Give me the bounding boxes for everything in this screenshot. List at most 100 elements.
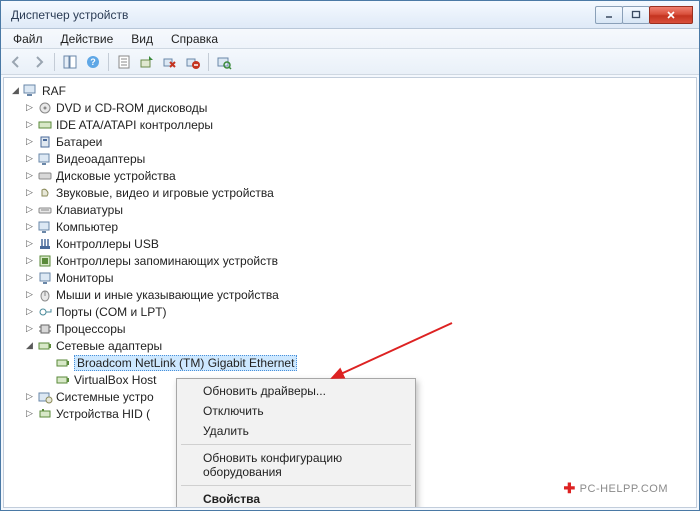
tree-node-label: Мониторы <box>56 271 113 285</box>
menu-file[interactable]: Файл <box>5 30 51 48</box>
device-category-icon <box>37 185 53 201</box>
expand-icon[interactable]: ▷ <box>24 391 35 402</box>
uninstall-button[interactable] <box>182 52 204 72</box>
device-category-icon <box>37 253 53 269</box>
collapse-icon[interactable]: ◢ <box>10 85 21 96</box>
expand-icon[interactable]: ▷ <box>24 102 35 113</box>
forward-button[interactable] <box>28 52 50 72</box>
close-button[interactable] <box>649 6 693 24</box>
back-button[interactable] <box>5 52 27 72</box>
menu-separator <box>181 485 411 486</box>
tree-root-label: RAF <box>42 84 66 98</box>
tree-node[interactable]: ▷ Процессоры <box>6 320 694 337</box>
selected-device-label: Broadcom NetLink (TM) Gigabit Ethernet <box>74 355 297 371</box>
tree-node[interactable]: ▷Порты (COM и LPT) <box>6 303 694 320</box>
show-hide-tree-button[interactable] <box>59 52 81 72</box>
network-adapter-icon <box>55 355 71 371</box>
tree-node-network[interactable]: ◢ Сетевые адаптеры <box>6 337 694 354</box>
menu-properties[interactable]: Свойства <box>179 489 413 508</box>
menu-action[interactable]: Действие <box>53 30 122 48</box>
scan-hardware-button[interactable] <box>213 52 235 72</box>
tree-node[interactable]: ▷ Дисковые устройства <box>6 167 694 184</box>
device-category-icon <box>37 389 53 405</box>
tree-node[interactable]: ▷ Компьютер <box>6 218 694 235</box>
expand-icon[interactable]: ▷ <box>24 170 35 181</box>
tree-node[interactable]: ▷ IDE ATA/ATAPI контроллеры <box>6 116 694 133</box>
device-category-icon <box>37 117 53 133</box>
collapse-icon[interactable]: ◢ <box>24 340 35 351</box>
minimize-button[interactable] <box>595 6 623 24</box>
disable-button[interactable] <box>159 52 181 72</box>
menu-separator <box>181 444 411 445</box>
tree-node-label: Клавиатуры <box>56 203 123 217</box>
menu-disable[interactable]: Отключить <box>179 401 413 421</box>
tree-node[interactable]: ▷DVD и CD-ROM дисководы <box>6 99 694 116</box>
menu-help[interactable]: Справка <box>163 30 226 48</box>
device-category-icon <box>37 202 53 218</box>
window-controls <box>596 6 693 24</box>
tree-node-label: Звуковые, видео и игровые устройства <box>56 186 274 200</box>
watermark-text: PC-HELPP.COM <box>580 483 668 495</box>
expand-icon[interactable]: ▷ <box>24 272 35 283</box>
plus-icon: ✚ <box>563 480 575 497</box>
expand-icon[interactable]: ▷ <box>24 221 35 232</box>
menu-view[interactable]: Вид <box>123 30 161 48</box>
device-category-icon <box>37 151 53 167</box>
computer-icon <box>23 83 39 99</box>
tree-node-label: Контроллеры запоминающих устройств <box>56 254 278 268</box>
expand-icon[interactable]: ▷ <box>24 238 35 249</box>
tree-root[interactable]: ◢ RAF <box>6 82 694 99</box>
tree-node-label: IDE ATA/ATAPI контроллеры <box>56 118 213 132</box>
tree-leaf-label: VirtualBox Host <box>74 373 156 387</box>
device-category-icon <box>37 321 53 337</box>
device-category-icon <box>37 236 53 252</box>
expand-icon[interactable]: ▷ <box>24 323 35 334</box>
tree-node[interactable]: ▷ Звуковые, видео и игровые устройства <box>6 184 694 201</box>
expand-icon[interactable]: ▷ <box>24 136 35 147</box>
expand-icon[interactable]: ▷ <box>24 187 35 198</box>
tree-node-label: Видеоадаптеры <box>56 152 145 166</box>
help-button[interactable]: ? <box>82 52 104 72</box>
menu-uninstall[interactable]: Удалить <box>179 421 413 441</box>
expand-icon[interactable]: ▷ <box>24 289 35 300</box>
tree-node-label: Компьютер <box>56 220 118 234</box>
tree-node-label: Процессоры <box>56 322 126 336</box>
tree-node[interactable]: ▷ Контроллеры запоминающих устройств <box>6 252 694 269</box>
tree-node-label: Контроллеры USB <box>56 237 159 251</box>
tree-node[interactable]: ▷ Видеоадаптеры <box>6 150 694 167</box>
device-manager-window: Диспетчер устройств Файл Действие Вид Сп… <box>0 0 700 511</box>
tree-node[interactable]: ▷ Клавиатуры <box>6 201 694 218</box>
tree-leaf-broadcom[interactable]: Broadcom NetLink (TM) Gigabit Ethernet <box>6 354 694 371</box>
tree-node[interactable]: ▷ Контроллеры USB <box>6 235 694 252</box>
svg-text:?: ? <box>90 57 96 67</box>
tree-node-label: Дисковые устройства <box>56 169 176 183</box>
tree-node-label: Мыши и иные указывающие устройства <box>56 288 279 302</box>
titlebar: Диспетчер устройств <box>1 1 699 29</box>
watermark: ✚ PC-HELPP.COM <box>563 480 668 497</box>
expand-icon[interactable]: ▷ <box>24 153 35 164</box>
device-category-icon <box>37 168 53 184</box>
network-adapter-icon <box>55 372 71 388</box>
context-menu: Обновить драйверы... Отключить Удалить О… <box>176 378 416 508</box>
expand-icon[interactable]: ▷ <box>24 255 35 266</box>
tree-node[interactable]: ▷ Мыши и иные указывающие устройства <box>6 286 694 303</box>
device-category-icon <box>37 304 53 320</box>
expand-icon[interactable]: ▷ <box>24 306 35 317</box>
toolbar-separator <box>54 53 55 71</box>
device-category-icon <box>37 270 53 286</box>
tree-node[interactable]: ▷Батареи <box>6 133 694 150</box>
properties-button[interactable] <box>113 52 135 72</box>
device-category-icon <box>37 406 53 422</box>
update-driver-button[interactable] <box>136 52 158 72</box>
network-adapter-icon <box>37 338 53 354</box>
tree-node[interactable]: ▷ Мониторы <box>6 269 694 286</box>
expand-icon[interactable]: ▷ <box>24 204 35 215</box>
expand-icon[interactable]: ▷ <box>24 119 35 130</box>
menu-update-drivers[interactable]: Обновить драйверы... <box>179 381 413 401</box>
device-category-icon <box>37 219 53 235</box>
maximize-button[interactable] <box>622 6 650 24</box>
expand-icon[interactable]: ▷ <box>24 408 35 419</box>
device-tree[interactable]: ◢ RAF ▷DVD и CD-ROM дисководы▷IDE ATA/AT… <box>4 78 696 426</box>
toolbar-separator <box>108 53 109 71</box>
menu-scan-hardware[interactable]: Обновить конфигурацию оборудования <box>179 448 413 482</box>
